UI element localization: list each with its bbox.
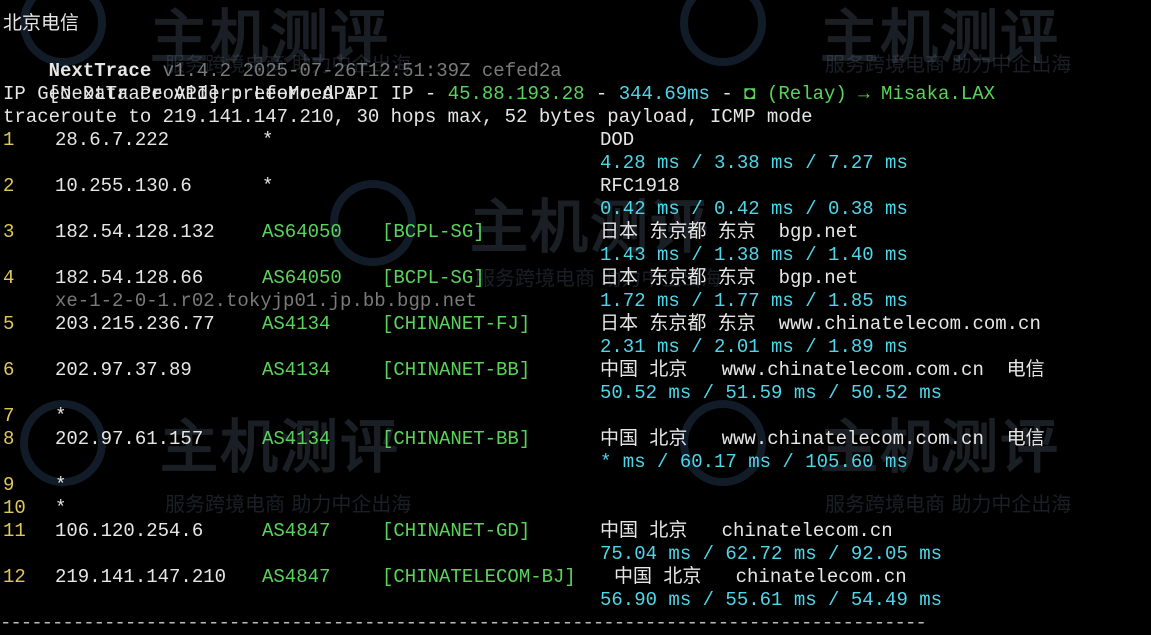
geo-provider-line: IP Geo Data Provider: LeoMoeAPI [3,83,357,105]
api-line: [NextTrace API] preferred API IP - 45.88… [3,60,995,105]
hop-asn: AS64050 [262,221,342,243]
hop-geo: 日本 东京都 东京 bgp.net [600,267,859,289]
hop-ip: 182.54.128.132 [55,221,215,243]
hop-rtt: 1.43 ms / 1.38 ms / 1.40 ms [600,244,908,266]
hop-asn: AS64050 [262,267,342,289]
hop-tag: [BCPL-SG] [382,221,485,243]
hop-rtt: * ms / 60.17 ms / 105.60 ms [600,451,908,473]
hop-rtt: 0.42 ms / 0.42 ms / 0.38 ms [600,198,908,220]
hop-number: 12 [3,566,26,588]
hop-geo: 中国 北京 chinatelecom.cn [600,520,893,542]
hop-ip: 202.97.61.157 [55,428,204,450]
hop-ip: 106.120.254.6 [55,520,204,542]
watermark-slogan: 服务跨境电商 助力中企出海 [165,492,412,516]
hop-number: 9 [3,474,15,496]
hop-number: 2 [3,175,15,197]
hop-ip: 10.255.130.6 [55,175,192,197]
hop-tag: [CHINANET-BB] [382,359,531,381]
hop-tag: [CHINANET-GD] [382,520,531,542]
hop-geo: DOD [600,129,635,151]
relay-icon: ◘ [744,83,767,105]
hop-number: 8 [3,428,15,450]
api-relay: (Relay) → Misaka.LAX [766,83,996,105]
hop-number: 7 [3,405,15,427]
hop-number: 11 [3,520,26,542]
hop-asn: AS4134 [262,359,331,381]
hop-tag: [CHINANET-FJ] [382,313,531,335]
hop-geo: 中国 北京 chinatelecom.cn [614,566,907,588]
hop-asn: AS4134 [262,428,331,450]
hop-ip: * [55,474,67,496]
hop-tag: [CHINATELECOM-BJ] [382,566,576,588]
hop-rtt: 56.90 ms / 55.61 ms / 54.49 ms [600,589,943,611]
separator-top: ----------------------------------------… [0,0,927,9]
api-ip: 45.88.193.28 [447,83,585,105]
api-dash: - [709,83,745,105]
hop-number: 4 [3,267,15,289]
hop-number: 3 [3,221,15,243]
hop-rtt: 4.28 ms / 3.38 ms / 7.27 ms [600,152,908,174]
hop-asn: * [262,175,274,197]
hop-ip: 182.54.128.66 [55,267,204,289]
hop-number: 5 [3,313,15,335]
hop-asn: * [262,129,274,151]
hop-number: 1 [3,129,15,151]
hop-ip: 203.215.236.77 [55,313,215,335]
hop-tag: [BCPL-SG] [382,267,485,289]
hop-rtt: 50.52 ms / 51.59 ms / 50.52 ms [600,382,943,404]
hop-asn: AS4134 [262,313,331,335]
page-title: 北京电信 [3,12,80,34]
hop-geo: RFC1918 [600,175,680,197]
hop-geo: 日本 东京都 东京 www.chinatelecom.com.cn [600,313,1041,335]
hop-ip: * [55,405,67,427]
hop-rtt: 2.31 ms / 2.01 ms / 1.89 ms [600,336,908,358]
hop-ip: 28.6.7.222 [55,129,170,151]
hop-geo: 中国 北京 www.chinatelecom.com.cn 电信 [600,428,1045,450]
hop-asn: AS4847 [262,520,331,542]
hop-ip: * [55,497,67,519]
hop-geo: 日本 东京都 东京 bgp.net [600,221,859,243]
hop-ip: 219.141.147.210 [55,566,227,588]
hop-rtt: 75.04 ms / 62.72 ms / 92.05 ms [600,543,943,565]
terminal-window[interactable]: 主机测评 服务跨境电商 助力中企出海 主机测评 服务跨境电商 助力中企出海 主机… [0,0,1151,634]
hop-number: 10 [3,497,26,519]
version-line: NextTrace v1.4.2 2025-07-26T12:51:39Z ce… [3,37,562,82]
hop-ip: 202.97.37.89 [55,359,192,381]
hop-rdns: xe-1-2-0-1.r02.tokyjp01.jp.bb.bgp.net [55,290,477,312]
api-latency: 344.69ms [618,83,710,105]
watermark-logo-icon [680,0,766,66]
hop-tag: [CHINANET-BB] [382,428,531,450]
api-sep: - [584,83,619,105]
hop-geo: 中国 北京 www.chinatelecom.com.cn 电信 [600,359,1045,381]
hop-asn: AS4847 [262,566,331,588]
watermark-slogan: 服务跨境电商 助力中企出海 [825,492,1072,516]
traceroute-line: traceroute to 219.141.147.210, 30 hops m… [3,106,813,128]
hop-number: 6 [3,359,15,381]
hop-rtt: 1.72 ms / 1.77 ms / 1.85 ms [600,290,908,312]
